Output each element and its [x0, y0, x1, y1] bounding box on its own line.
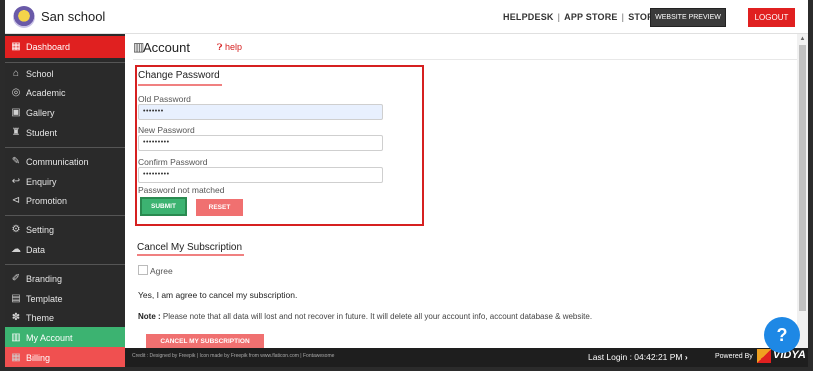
vidya-logo-icon	[757, 349, 771, 363]
help-chat-button[interactable]: ?	[764, 317, 800, 353]
dashboard-icon: ▦	[11, 41, 21, 52]
theme-icon: ✽	[11, 312, 21, 323]
scroll-up-arrow-icon[interactable]: ▲	[797, 34, 808, 44]
old-password-label: Old Password	[138, 94, 191, 104]
agree-checkbox[interactable]	[138, 265, 148, 275]
footer: Credit : Designed by Freepik | Icon made…	[125, 348, 808, 367]
helpdesk-link[interactable]: HELPDESK	[503, 12, 554, 22]
change-password-title: Change Password	[138, 70, 220, 81]
pen-icon: ✎	[11, 156, 21, 167]
top-bar: San school HELPDESK | APP STORE | STORE WEBS…	[5, 0, 808, 34]
agree-label: Agree	[150, 266, 173, 276]
sidebar-item-dashboard[interactable]: ▦ Dashboard	[5, 36, 125, 58]
app-window: San school HELPDESK | APP STORE | STORE WEBS…	[5, 0, 808, 367]
sidebar-item-academic[interactable]: ◎ Academic	[5, 82, 125, 104]
sidebar-item-branding[interactable]: ✐ Branding	[5, 268, 125, 290]
app-store-link[interactable]: APP STORE	[564, 12, 617, 22]
submit-button[interactable]: SUBMIT	[140, 197, 187, 216]
cancel-note: Note : Please note that all data will lo…	[138, 312, 593, 321]
section-underline	[137, 254, 244, 256]
sidebar-item-theme[interactable]: ✽ Theme	[5, 307, 125, 329]
reset-button[interactable]: RESET	[196, 199, 243, 216]
sidebar-item-setting[interactable]: ⚙ Setting	[5, 219, 125, 241]
sidebar-item-student[interactable]: ♜ Student	[5, 122, 125, 144]
header-links: HELPDESK | APP STORE | STORE	[503, 12, 661, 22]
confirm-password-label: Confirm Password	[138, 157, 208, 167]
footer-credit: Credit : Designed by Freepik | Icon made…	[132, 353, 335, 359]
password-error-message: Password not matched	[138, 185, 225, 195]
scrollbar-thumb[interactable]	[799, 45, 806, 311]
help-icon: ❓︎	[217, 42, 223, 52]
new-password-field[interactable]: •••••••••	[138, 135, 383, 151]
help-link[interactable]: ❓︎ help	[217, 42, 242, 53]
app-name: San school	[41, 9, 106, 24]
title-divider	[133, 59, 797, 60]
powered-by-label: Powered By	[715, 353, 753, 360]
billing-icon: ▦	[11, 352, 21, 363]
account-icon: ▥	[11, 332, 21, 343]
section-underline	[138, 84, 222, 86]
sidebar: ▦ Dashboard ⌂ School ◎ Academic ▣ Gallery ♜ S…	[5, 34, 125, 367]
student-icon: ♜	[11, 127, 21, 138]
confirm-password-field[interactable]: •••••••••	[138, 167, 383, 183]
brush-icon: ✐	[11, 273, 21, 284]
megaphone-icon: ⊲	[11, 195, 21, 206]
logout-button[interactable]: LOGOUT	[748, 8, 795, 27]
agree-statement: Yes, I am agree to cancel my subscriptio…	[138, 290, 298, 300]
cancel-subscription-title: Cancel My Subscription	[137, 242, 243, 253]
sidebar-item-my-account[interactable]: ▥ My Account	[5, 327, 125, 349]
sidebar-item-billing[interactable]: ▦ Billing	[5, 347, 125, 367]
globe-icon: ◎	[11, 87, 21, 98]
website-preview-button[interactable]: WEBSITE PREVIEW	[650, 8, 726, 27]
sidebar-item-communication[interactable]: ✎ Communication	[5, 151, 125, 173]
cloud-icon: ☁	[11, 244, 21, 255]
image-icon: ▣	[11, 107, 21, 118]
cancel-subscription-button[interactable]: CANCEL MY SUBSCRIPTION	[146, 334, 264, 349]
new-password-label: New Password	[138, 125, 195, 135]
gear-icon: ⚙	[11, 224, 21, 235]
sidebar-item-gallery[interactable]: ▣ Gallery	[5, 102, 125, 124]
last-login: Last Login : 04:42:21 PM ›	[588, 352, 688, 362]
chevron-right-icon: ›	[684, 352, 688, 362]
school-logo-icon[interactable]	[13, 6, 35, 28]
sidebar-item-data[interactable]: ☁ Data	[5, 239, 125, 261]
page-title: Account	[143, 40, 190, 55]
old-password-field[interactable]: •••••••	[138, 104, 383, 120]
sidebar-item-promotion[interactable]: ⊲ Promotion	[5, 190, 125, 212]
